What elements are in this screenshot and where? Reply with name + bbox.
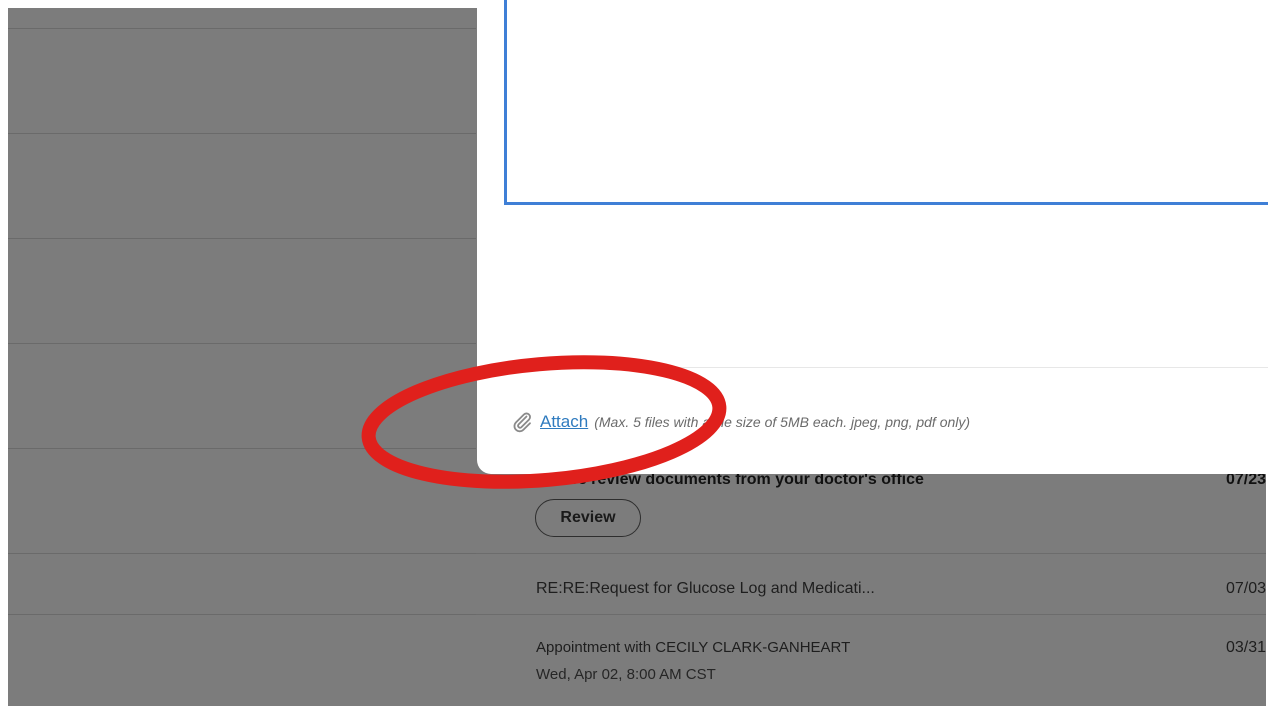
annotation-circle	[361, 355, 727, 489]
appointment-title[interactable]: Appointment with CECILY CLARK-GANHEART	[536, 639, 850, 656]
left-row-divider	[8, 238, 476, 239]
left-row-divider	[8, 553, 476, 554]
message-body-input[interactable]	[504, 0, 1268, 205]
message-date: 07/03	[1225, 580, 1266, 597]
review-button[interactable]: Review	[535, 499, 641, 537]
list-divider	[476, 553, 1266, 554]
message-date: 03/31	[1225, 639, 1266, 656]
left-row-divider	[8, 28, 476, 29]
message-subject[interactable]: RE:RE:Request for Glucose Log and Medica…	[536, 580, 875, 598]
left-row-divider	[8, 614, 476, 615]
left-row-divider	[8, 343, 476, 344]
list-divider	[476, 614, 1266, 615]
left-row-divider	[8, 133, 476, 134]
appointment-time: Wed, Apr 02, 8:00 AM CST	[536, 666, 716, 683]
